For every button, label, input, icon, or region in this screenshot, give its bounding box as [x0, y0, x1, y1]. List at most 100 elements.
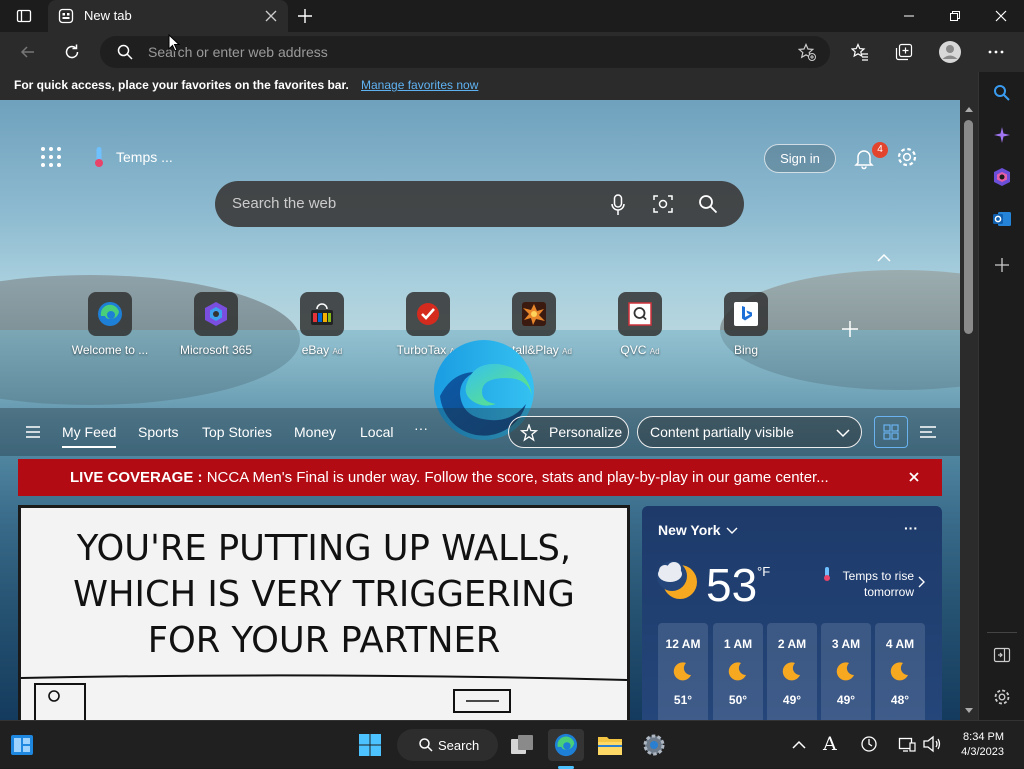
ad-badge: Ad — [649, 347, 660, 356]
moon-icon — [673, 661, 693, 681]
collapse-chevron-icon[interactable] — [876, 252, 892, 264]
volume-icon[interactable] — [922, 735, 942, 753]
web-search-box[interactable]: Search the web — [215, 181, 744, 227]
power-mode-icon[interactable] — [860, 735, 878, 753]
city-chevron-down-icon[interactable] — [726, 527, 738, 535]
favorites-icon[interactable] — [844, 36, 876, 68]
task-view-icon[interactable] — [504, 729, 540, 761]
tab-new-tab[interactable]: New tab — [48, 0, 288, 32]
feed-more-button[interactable]: ··· — [414, 420, 428, 436]
scroll-down-arrow-icon[interactable] — [965, 708, 973, 714]
feed-tab-local[interactable]: Local — [360, 424, 393, 440]
back-button[interactable] — [12, 36, 44, 68]
quick-link-welcome[interactable]: Welcome to ... — [60, 292, 160, 357]
quick-link-microsoft-365[interactable]: Microsoft 365 — [166, 292, 266, 357]
web-search-submit-icon[interactable] — [698, 194, 718, 214]
hourly-forecast-item[interactable]: 4 AM 48° — [875, 623, 925, 726]
scroll-up-arrow-icon[interactable] — [965, 106, 973, 112]
address-input[interactable] — [148, 42, 748, 62]
visual-search-icon[interactable] — [653, 194, 673, 214]
moon-cloud-icon — [656, 556, 702, 602]
quick-link-bing[interactable]: Bing — [696, 292, 796, 357]
sidebar-outlook-icon[interactable] — [987, 204, 1017, 234]
hourly-forecast-item[interactable]: 2 AM 49° — [767, 623, 817, 726]
personalize-sparkle-icon — [520, 424, 538, 442]
close-tab-icon[interactable] — [264, 9, 278, 23]
tab-title: New tab — [84, 8, 132, 23]
apps-grid-icon[interactable] — [40, 146, 62, 168]
sidebar-office-icon[interactable] — [987, 162, 1017, 192]
edge-sidebar — [978, 72, 1024, 720]
profile-avatar[interactable] — [934, 36, 966, 68]
settings-app-icon[interactable] — [636, 729, 672, 761]
content-visibility-dropdown[interactable]: Content partially visible — [637, 416, 862, 448]
sidebar-add-icon[interactable] — [987, 250, 1017, 280]
sidebar-discover-icon[interactable] — [987, 120, 1017, 150]
taskbar-edge-app[interactable] — [548, 729, 584, 761]
settings-more-icon[interactable] — [980, 36, 1012, 68]
hour-time: 4 AM — [885, 637, 915, 651]
new-tab-button[interactable] — [289, 0, 321, 32]
favorites-bar: For quick access, place your favorites o… — [0, 72, 978, 100]
browser-toolbar — [0, 32, 1024, 72]
weather-shortcut-label[interactable]: Temps ... — [116, 149, 173, 165]
start-button[interactable] — [352, 729, 388, 761]
ebay-icon — [300, 292, 344, 336]
hourly-forecast-item[interactable]: 1 AM 50° — [713, 623, 763, 726]
quick-link-label: Bing — [733, 343, 759, 357]
live-coverage-banner[interactable]: LIVE COVERAGE : NCCA Men's Final is unde… — [18, 459, 942, 496]
favorites-bar-hint: For quick access, place your favorites o… — [14, 78, 349, 92]
manage-favorites-link[interactable]: Manage favorites now — [361, 78, 478, 92]
hide-sidebar-icon[interactable] — [987, 640, 1017, 670]
add-favorite-icon[interactable] — [798, 43, 816, 61]
minimize-button[interactable] — [886, 0, 932, 32]
feed-tab-sports[interactable]: Sports — [138, 424, 178, 440]
address-bar[interactable] — [100, 36, 830, 68]
widgets-icon[interactable] — [4, 729, 40, 761]
weather-forecast-note[interactable]: Temps to rise tomorrow — [834, 568, 914, 600]
sign-in-button[interactable]: Sign in — [764, 144, 836, 173]
grid-layout-button[interactable] — [874, 416, 908, 448]
taskbar-search-button[interactable]: Search — [397, 729, 498, 761]
comic-card[interactable]: YOU'RE PUTTING UP WALLS, WHICH IS VERY T… — [18, 505, 630, 725]
network-icon[interactable] — [898, 735, 916, 753]
tab-actions-icon[interactable] — [8, 0, 40, 32]
close-window-button[interactable] — [978, 0, 1024, 32]
feed-tab-top-stories[interactable]: Top Stories — [202, 424, 272, 440]
hourly-forecast-item[interactable]: 3 AM 49° — [821, 623, 871, 726]
ad-badge: Ad — [332, 347, 343, 356]
hour-time: 12 AM — [665, 637, 701, 651]
show-hidden-icons-chevron-icon[interactable] — [792, 740, 806, 750]
list-layout-icon[interactable] — [918, 424, 938, 440]
file-explorer-icon[interactable] — [592, 729, 628, 761]
refresh-button[interactable] — [56, 36, 88, 68]
collections-icon[interactable] — [888, 36, 920, 68]
taskbar-clock[interactable]: 8:34 PM 4/3/2023 — [954, 730, 1004, 760]
hourly-forecast-item[interactable]: 12 AM 51° — [658, 623, 708, 726]
scrollbar-thumb[interactable] — [964, 120, 973, 334]
windows-taskbar: Search A 8:34 PM 4/3/2023 — [0, 720, 1024, 769]
quick-link-ebay[interactable]: eBay Ad — [272, 292, 372, 357]
input-language-icon[interactable]: A — [823, 733, 837, 755]
turbotax-icon — [406, 292, 450, 336]
quick-link-label: Welcome to ... — [71, 343, 149, 357]
quick-link-label: QVC — [620, 343, 647, 357]
personalize-button[interactable]: Personalize — [508, 416, 629, 448]
weather-unit[interactable]: °F — [757, 564, 770, 579]
hour-temp: 49° — [836, 693, 856, 707]
voice-search-icon[interactable] — [611, 194, 625, 216]
restore-button[interactable] — [932, 0, 978, 32]
page-settings-gear-icon[interactable] — [896, 146, 918, 168]
sidebar-search-icon[interactable] — [987, 78, 1017, 108]
feed-tab-my-feed[interactable]: My Feed — [62, 424, 116, 440]
feed-menu-icon[interactable] — [24, 424, 42, 440]
chevron-right-icon[interactable] — [918, 576, 926, 588]
weather-city[interactable]: New York — [658, 522, 721, 538]
close-banner-icon[interactable] — [908, 471, 920, 483]
add-quick-link-icon[interactable] — [840, 319, 860, 339]
weather-more-icon[interactable]: ··· — [904, 520, 918, 536]
quick-link-qvc[interactable]: QVC Ad — [590, 292, 690, 357]
weather-card[interactable]: New York ··· 53 °F Temps to rise tomorro… — [642, 506, 942, 726]
sidebar-settings-icon[interactable] — [987, 682, 1017, 712]
feed-tab-money[interactable]: Money — [294, 424, 336, 440]
